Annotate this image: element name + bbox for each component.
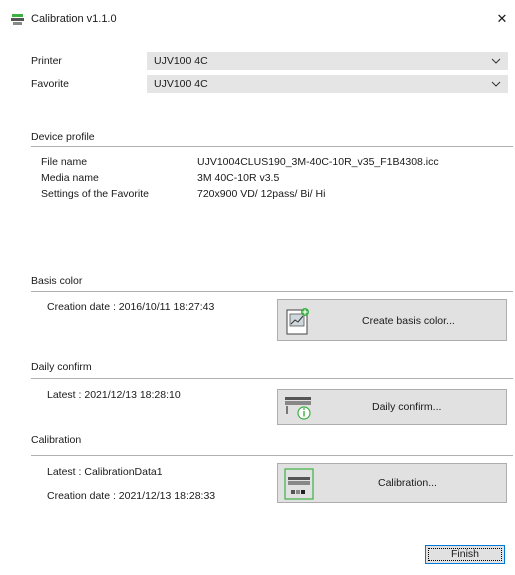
media-name-label: Media name xyxy=(41,172,99,184)
basis-color-icon xyxy=(286,308,309,335)
daily-confirm-latest: Latest : 2021/12/13 18:28:10 xyxy=(47,389,181,401)
favorite-label: Favorite xyxy=(31,78,69,90)
daily-confirm-label: Daily confirm... xyxy=(372,401,442,413)
device-profile-divider xyxy=(31,146,513,147)
daily-confirm-button[interactable]: Daily confirm... xyxy=(277,389,507,425)
device-profile-title: Device profile xyxy=(31,131,95,143)
calibration-divider xyxy=(31,455,513,456)
favorite-select-value: UJV100 4C xyxy=(154,78,208,90)
printer-select-value: UJV100 4C xyxy=(154,55,208,67)
chevron-down-icon xyxy=(491,58,501,64)
media-name-value: 3M 40C-10R v3.5 xyxy=(197,172,280,184)
favorite-settings-value: 720x900 VD/ 12pass/ Bi/ Hi xyxy=(197,188,326,200)
calibration-creation-date: Creation date : 2021/12/13 18:28:33 xyxy=(47,490,216,502)
printer-label: Printer xyxy=(31,55,62,67)
favorite-settings-label: Settings of the Favorite xyxy=(41,188,149,200)
daily-confirm-icon xyxy=(285,397,311,420)
daily-confirm-divider xyxy=(31,378,513,379)
calibration-label: Calibration... xyxy=(378,477,437,489)
chevron-down-icon xyxy=(491,81,501,87)
calibration-icon xyxy=(284,468,314,500)
daily-confirm-title: Daily confirm xyxy=(31,361,92,373)
printer-select[interactable]: UJV100 4C xyxy=(147,52,508,70)
create-basis-color-label: Create basis color... xyxy=(362,315,455,327)
calibration-latest: Latest : CalibrationData1 xyxy=(47,466,163,478)
favorite-select[interactable]: UJV100 4C xyxy=(147,75,508,93)
basis-color-creation-date: Creation date : 2016/10/11 18:27:43 xyxy=(47,301,215,313)
file-name-value: UJV1004CLUS190_3M-40C-10R_v35_F1B4308.ic… xyxy=(197,156,439,168)
printer-app-icon xyxy=(11,14,24,25)
close-button[interactable]: ✕ xyxy=(492,10,512,28)
create-basis-color-button[interactable]: Create basis color... xyxy=(277,299,507,341)
finish-button[interactable]: Finish xyxy=(425,545,505,564)
basis-color-title: Basis color xyxy=(31,275,83,287)
basis-color-divider xyxy=(31,291,513,292)
calibration-button[interactable]: Calibration... xyxy=(277,463,507,503)
window-title: Calibration v1.1.0 xyxy=(31,13,117,25)
file-name-label: File name xyxy=(41,156,88,168)
calibration-title: Calibration xyxy=(31,434,82,446)
